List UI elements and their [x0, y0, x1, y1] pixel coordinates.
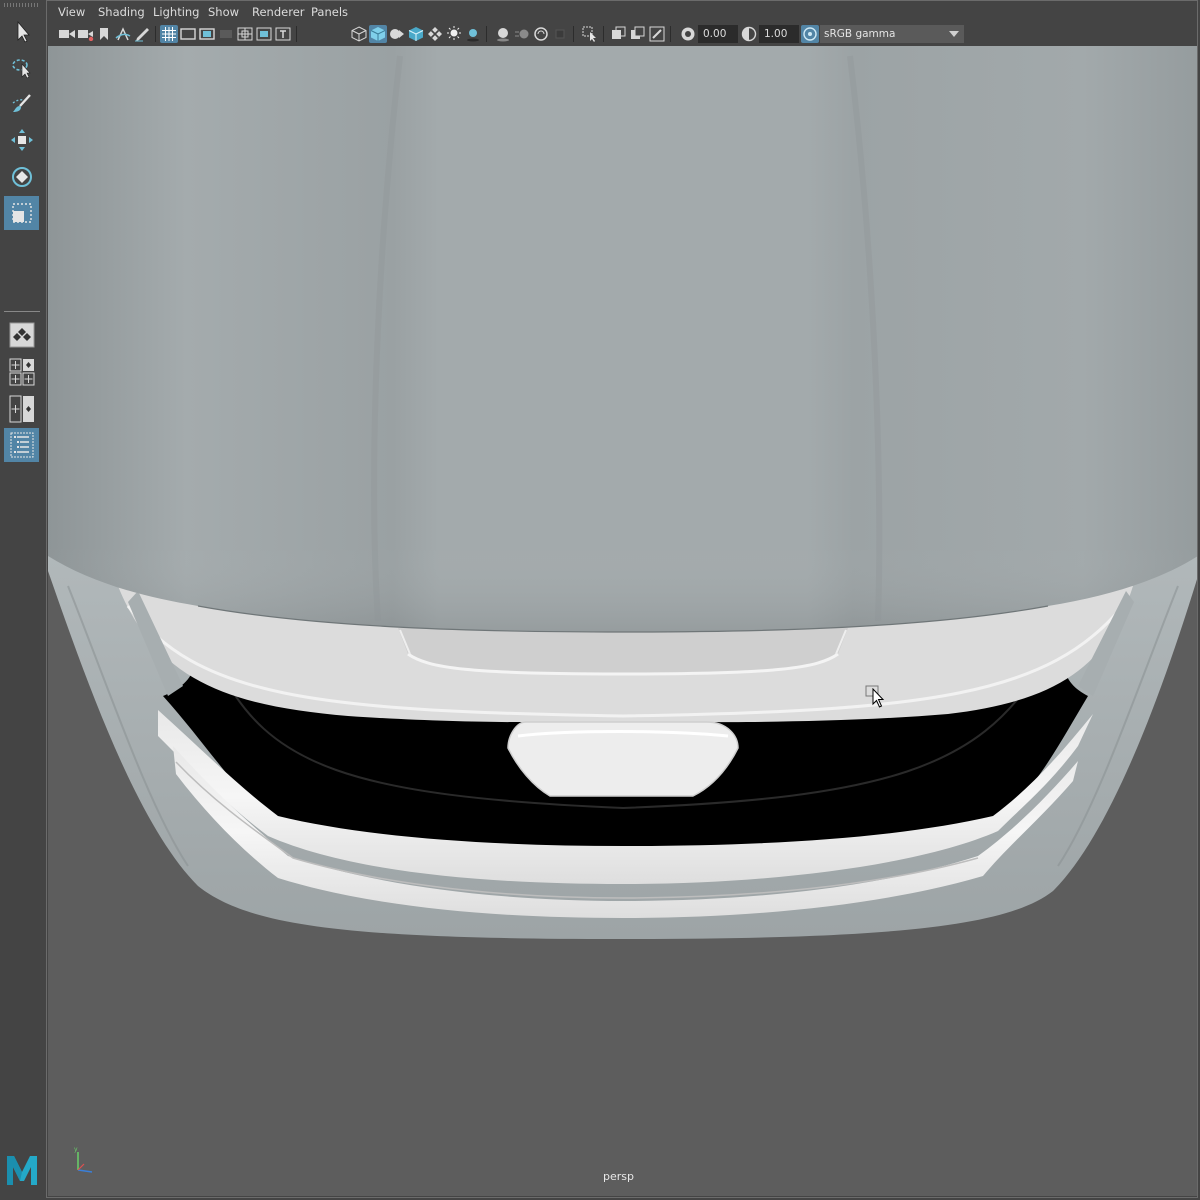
color-management-icon[interactable] [801, 25, 819, 43]
single-perspective-layout-icon[interactable] [4, 318, 39, 352]
gamma-icon[interactable] [740, 25, 758, 43]
resolution-gate-icon[interactable] [198, 25, 216, 43]
anti-aliasing-icon[interactable] [532, 25, 550, 43]
safe-title-icon[interactable] [274, 25, 292, 43]
mouse-cursor-icon [872, 687, 886, 712]
rotate-tool-icon[interactable] [4, 160, 39, 194]
wireframe-icon[interactable] [350, 25, 368, 43]
color-space-dropdown[interactable]: sRGB gamma [820, 25, 964, 43]
gamma-field[interactable]: 1.00 [759, 25, 799, 43]
outliner-layout-icon[interactable] [4, 428, 39, 462]
panel-menubar: View Shading Lighting Show Renderer Pane… [48, 0, 1198, 23]
camera-name-label: persp [603, 1170, 634, 1183]
select-tool-icon[interactable] [4, 15, 39, 49]
film-gate-icon[interactable] [179, 25, 197, 43]
checker-icon[interactable] [426, 25, 444, 43]
panel-toolbar: 0.00 1.00 sRGB gamma [48, 23, 1198, 46]
svg-text:y: y [74, 1146, 78, 1153]
camera-attributes-icon[interactable] [77, 25, 95, 43]
gate-mask-icon[interactable] [217, 25, 235, 43]
tool-box [0, 0, 44, 1200]
toolbox-grip[interactable] [4, 3, 40, 7]
toolbox-divider [4, 311, 40, 312]
lasso-tool-icon[interactable] [4, 51, 39, 85]
menu-shading[interactable]: Shading [98, 5, 145, 19]
grease-pencil-icon[interactable] [133, 25, 151, 43]
scene-render[interactable] [48, 46, 1198, 1196]
lights-icon[interactable] [445, 25, 463, 43]
exposure-field[interactable]: 0.00 [698, 25, 738, 43]
four-view-layout-icon[interactable] [4, 355, 39, 389]
xray-joints-icon[interactable] [629, 25, 647, 43]
camera-icon[interactable] [58, 25, 76, 43]
maya-logo-icon [4, 1152, 40, 1192]
xray-active-icon[interactable] [648, 25, 666, 43]
upper-band-recess [398, 628, 848, 674]
shadows-icon[interactable] [464, 25, 482, 43]
depth-of-field-icon[interactable] [551, 25, 569, 43]
grid-icon[interactable] [160, 25, 178, 43]
isolate-select-icon[interactable] [581, 25, 599, 43]
axis-gizmo-icon: y [72, 1146, 98, 1180]
wireframe-on-shaded-icon[interactable] [388, 25, 406, 43]
field-chart-icon[interactable] [236, 25, 254, 43]
chevron-down-icon[interactable] [945, 25, 963, 43]
safe-action-icon[interactable] [255, 25, 273, 43]
image-plane-icon[interactable] [114, 25, 132, 43]
menu-lighting[interactable]: Lighting [153, 5, 199, 19]
viewport-panel[interactable]: View Shading Lighting Show Renderer Pane… [48, 0, 1198, 1196]
textured-icon[interactable] [407, 25, 425, 43]
motion-blur-icon[interactable] [513, 25, 531, 43]
menu-view[interactable]: View [58, 5, 85, 19]
menu-panels[interactable]: Panels [311, 5, 348, 19]
scale-tool-icon[interactable] [4, 196, 39, 230]
menu-renderer[interactable]: Renderer [252, 5, 305, 19]
bookmark-icon[interactable] [95, 25, 113, 43]
xray-icon[interactable] [610, 25, 628, 43]
move-tool-icon[interactable] [4, 123, 39, 157]
smooth-shade-icon[interactable] [369, 25, 387, 43]
two-pane-layout-icon[interactable] [4, 392, 39, 426]
screen-space-ao-icon[interactable] [494, 25, 512, 43]
menu-show[interactable]: Show [208, 5, 239, 19]
paint-select-tool-icon[interactable] [4, 87, 39, 121]
exposure-icon[interactable] [679, 25, 697, 43]
